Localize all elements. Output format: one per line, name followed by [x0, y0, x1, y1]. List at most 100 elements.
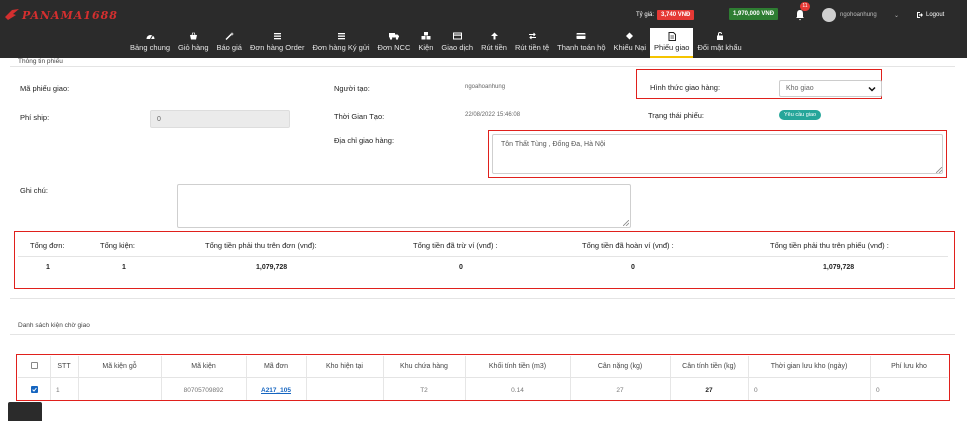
brand-logo-text: PANAMA1688 [22, 8, 118, 22]
diamond-icon [625, 31, 634, 41]
thoi-gian-label: Thời Gian Tạo: [334, 112, 385, 121]
nav-item-8[interactable]: Rút tiền [477, 28, 511, 58]
column-divider [748, 356, 749, 400]
dia-chi-label: Địa chỉ giao hàng: [334, 136, 395, 145]
nav-item-7[interactable]: Giao dịch [437, 28, 477, 58]
nguoi-tao-label: Người tạo: [334, 84, 370, 93]
summary-value: 1 [46, 264, 50, 271]
trang-thai-label: Trạng thái phiếu: [648, 111, 705, 120]
card-icon [452, 31, 462, 41]
column-header[interactable]: Thời gian lưu kho (ngày) [748, 363, 870, 370]
nav-item-6[interactable]: Kiện [414, 28, 437, 58]
nav-item-label: Rút tiền tệ [514, 43, 550, 52]
logout-button[interactable]: Logout [916, 11, 944, 19]
cell-khu: T2 [420, 387, 428, 394]
column-divider [50, 356, 51, 400]
nav-item-10[interactable]: Thanh toán hộ [553, 28, 609, 58]
nav-item-13[interactable]: Đổi mật khẩu [693, 28, 745, 58]
summary-highlight-box [14, 231, 955, 289]
column-header[interactable]: Phí lưu kho [870, 363, 948, 370]
nav-item-label: Phiếu giao [654, 43, 690, 52]
column-header[interactable]: Mã đơn [246, 363, 306, 370]
magic-icon [225, 31, 234, 41]
cell-stt: 1 [56, 387, 60, 394]
cell-can-nang: 27 [616, 387, 624, 394]
nav-item-label: Rút tiền [481, 43, 507, 52]
cell-ma-kien: 80705709892 [183, 387, 224, 394]
cubes-icon [421, 31, 431, 41]
nav-item-1[interactable]: Giỏ hàng [174, 28, 212, 58]
logout-label: Logout [926, 12, 945, 18]
exchange-rate: Tỷ giá: 3,740 VNĐ [636, 10, 695, 20]
nav-item-5[interactable]: Đơn NCC [374, 28, 415, 58]
resize-handle-icon[interactable] [623, 220, 629, 226]
thoi-gian-value: 22/08/2022 15:46:08 [465, 112, 521, 118]
exchange-rate-value: 3,740 VNĐ [657, 10, 695, 20]
phi-ship-label: Phí ship: [20, 113, 50, 122]
brand-logo[interactable]: PANAMA1688 [4, 6, 118, 24]
nav-item-label: Kiện [418, 43, 434, 52]
delivery-method-select[interactable]: Kho giao [779, 80, 882, 97]
exchange-rate-label: Tỷ giá: [636, 12, 655, 18]
column-header[interactable]: Cân nặng (kg) [570, 363, 670, 370]
column-header[interactable]: Mã kiện gỗ [78, 363, 161, 370]
resize-handle-icon[interactable] [936, 167, 942, 173]
nav-item-11[interactable]: Khiếu Nại [610, 28, 651, 58]
username[interactable]: ngohoanhung [840, 12, 877, 18]
note-textarea[interactable] [177, 184, 631, 228]
column-header[interactable]: Kho hiện tại [306, 363, 383, 370]
divider [10, 66, 955, 67]
nav-item-label: Giao dịch [441, 43, 474, 52]
divider [10, 298, 955, 299]
ma-phieu-label: Mã phiếu giao: [20, 84, 70, 93]
main-content: Thông tin phiếu Mã phiếu giao: Phí ship:… [10, 58, 955, 421]
document-icon [668, 31, 676, 41]
summary-header: Tổng tiền phải thu trên phiếu (vnđ) : [770, 241, 889, 250]
nav-item-label: Thanh toán hộ [557, 43, 606, 52]
column-header[interactable]: STT [50, 363, 78, 370]
column-header[interactable]: Cân tính tiền (kg) [670, 363, 748, 370]
nav-item-9[interactable]: Rút tiền tệ [511, 28, 553, 58]
wallet-balance: 1,970,000 VNĐ [729, 8, 779, 20]
chevron-down-icon [868, 86, 876, 92]
list-icon [273, 31, 282, 41]
column-divider [306, 356, 307, 400]
nav-item-label: Đơn hàng Order [249, 43, 305, 52]
column-header[interactable]: Khối tính tiền (m3) [465, 363, 570, 370]
basket-icon [189, 31, 198, 41]
nav-item-label: Giỏ hàng [178, 43, 209, 52]
exchange-icon [528, 31, 537, 41]
delivery-method-value: Kho giao [786, 85, 814, 92]
column-header[interactable]: Mã kiện [161, 363, 246, 370]
phi-ship-input[interactable]: 0 [150, 110, 290, 128]
column-header[interactable]: Khu chứa hàng [383, 363, 465, 370]
credit-card-icon [576, 31, 586, 41]
row-checkbox[interactable] [31, 386, 38, 393]
cell-khoi: 0.14 [511, 387, 524, 394]
summary-header: Tổng tiền phải thu trên đơn (vnđ): [205, 241, 317, 250]
lock-icon [716, 31, 724, 41]
summary-header: Tổng đơn: [30, 241, 65, 250]
nav-item-12[interactable]: Phiếu giao [650, 28, 694, 58]
nav-item-2[interactable]: Báo giá [213, 28, 246, 58]
summary-header: Tổng tiền đã trừ ví (vnđ) : [413, 241, 498, 250]
summary-divider [18, 256, 948, 257]
cell-thoi-gian: 0 [754, 387, 758, 394]
nav-item-4[interactable]: Đơn hàng Ký gửi [308, 28, 373, 58]
chevron-down-icon[interactable]: ⌄ [894, 12, 899, 19]
status-badge: Yêu cầu giao [779, 110, 822, 120]
nav-item-0[interactable]: Bảng chung [126, 28, 174, 58]
ghi-chu-label: Ghi chú: [20, 186, 48, 195]
summary-value: 0 [459, 264, 463, 271]
avatar[interactable] [822, 8, 836, 22]
cell-can-tinh: 27 [705, 387, 713, 394]
top-bar: PANAMA1688 Tỷ giá: 3,740 VNĐ 1,970,000 V… [0, 0, 967, 58]
nav-item-label: Đơn NCC [377, 43, 411, 52]
nav-item-3[interactable]: Đơn hàng Order [246, 28, 309, 58]
order-link[interactable]: A217_105 [246, 387, 306, 394]
summary-header: Tổng tiền đã hoàn ví (vnđ) : [582, 241, 674, 250]
logout-icon [917, 12, 923, 18]
chat-button[interactable] [8, 402, 42, 421]
address-textarea[interactable]: Tôn Thất Tùng , Đống Đa, Hà Nội [492, 134, 943, 174]
select-all-checkbox[interactable] [31, 362, 38, 369]
